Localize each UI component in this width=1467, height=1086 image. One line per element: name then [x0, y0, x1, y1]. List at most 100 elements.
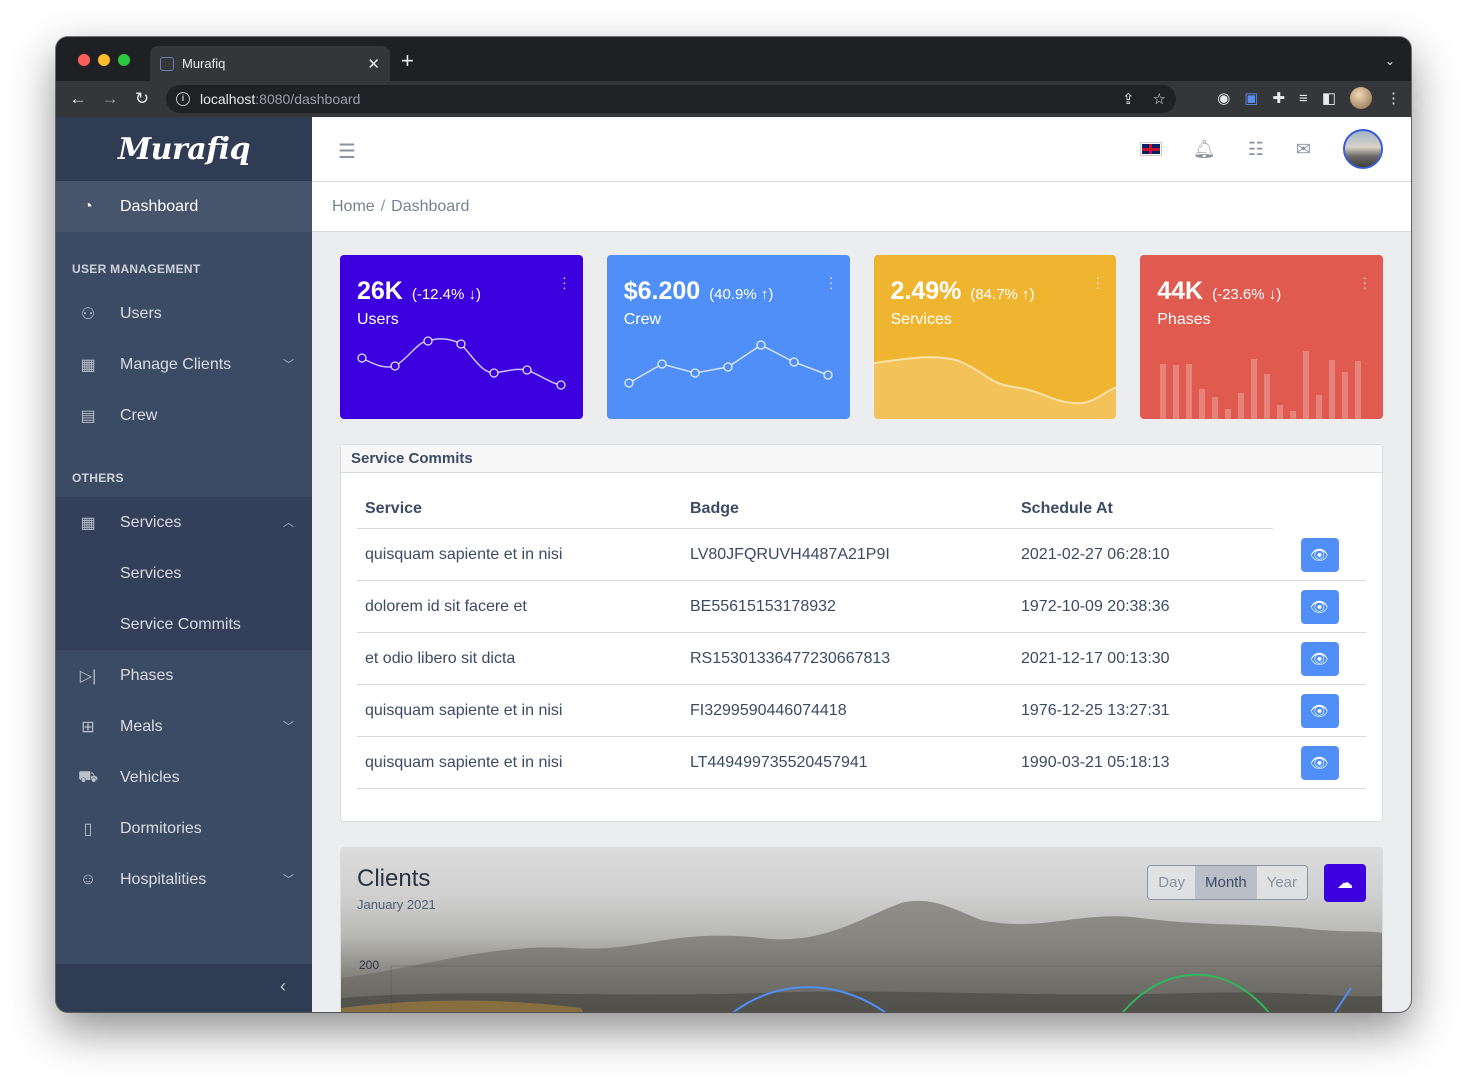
sidebar-item-label: Manage Clients: [120, 355, 232, 373]
cell-service: et odio libero sit dicta: [365, 649, 516, 667]
breadcrumb-home[interactable]: Home: [332, 198, 375, 215]
more-options-icon[interactable]: · · ·: [1362, 270, 1367, 294]
cell-badge: LT449499735520457941: [690, 753, 868, 771]
sidebar-item-dormitories[interactable]: ▯ Dormitories: [56, 803, 312, 854]
sidebar-item-dashboard[interactable]: ◔ Dashboard: [56, 181, 312, 232]
url-host: localhost: [200, 91, 256, 107]
clients-chart-card: Clients January 2021 Day Month Year ☁ 20…: [340, 847, 1383, 1012]
sidebar-item-phases[interactable]: ▷| Phases: [56, 650, 312, 701]
service-commits-panel: Service Commits Service Badge Schedule A…: [340, 444, 1383, 822]
share-icon[interactable]: ⇪: [1122, 90, 1135, 108]
profile-avatar-icon[interactable]: [1350, 87, 1372, 109]
sidebar-subitem-services[interactable]: Services: [56, 548, 312, 599]
extension-glasses-icon[interactable]: ◉: [1217, 89, 1230, 107]
sidebar-item-meals[interactable]: ⊞ Meals ﹀: [56, 701, 312, 752]
chevron-down-icon: ﹀: [283, 721, 294, 733]
sidebar-item-crew[interactable]: ▤ Crew: [56, 390, 312, 441]
speedometer-icon: ◔: [83, 197, 93, 215]
view-button[interactable]: 👁︎: [1300, 537, 1339, 572]
side-panel-icon[interactable]: ◧: [1322, 89, 1336, 107]
view-button[interactable]: 👁︎: [1300, 745, 1339, 780]
sidebar-item-label: Services: [120, 513, 182, 531]
sidebar-item-hospitalities[interactable]: ☺ Hospitalities ﹀: [56, 854, 312, 905]
sidebar-item-label: Crew: [120, 406, 158, 424]
browser-menu-icon[interactable]: ⋮: [1386, 89, 1401, 107]
sidebar-item-label: Vehicles: [120, 768, 180, 786]
eye-icon: 👁︎: [1309, 598, 1330, 616]
extension-shield-icon[interactable]: ▣: [1244, 89, 1258, 107]
cell-service: dolorem id sit facere et: [365, 597, 527, 615]
cell-service: quisquam sapiente et in nisi: [365, 701, 563, 719]
widget-label: Users: [357, 311, 399, 328]
sidebar-item-vehicles[interactable]: ⛟ Vehicles: [56, 752, 312, 803]
range-month-button[interactable]: Month: [1194, 866, 1257, 899]
envelope-open-icon[interactable]: ✉: [1296, 139, 1311, 160]
reload-icon[interactable]: ↻: [126, 89, 158, 109]
eye-icon: 👁︎: [1309, 546, 1330, 564]
url-path: :8080/dashboard: [255, 91, 361, 107]
brand-logo[interactable]: Murafiq: [56, 117, 312, 181]
view-button[interactable]: 👁︎: [1300, 693, 1339, 728]
building-icon: ▦: [80, 356, 96, 374]
table-row: quisquam sapiente et in nisi FI329959044…: [357, 685, 1366, 737]
main-content: 26K (-12.4% ↓) Users · · · $6.200 (40.9% ↑…: [340, 255, 1383, 1012]
task-list-icon[interactable]: ☷: [1248, 139, 1264, 160]
restaurant-icon: ⊞: [81, 718, 95, 736]
sidebar-item-label: Dashboard: [120, 197, 199, 215]
table-row: quisquam sapiente et in nisi LV80JFQRUVH…: [357, 529, 1366, 581]
table-row: dolorem id sit facere et BE5561515317893…: [357, 581, 1366, 633]
view-button[interactable]: 👁︎: [1300, 589, 1339, 624]
chevron-down-icon: ﹀: [283, 874, 294, 886]
range-button-group: Day Month Year: [1147, 865, 1308, 900]
view-button[interactable]: 👁︎: [1300, 641, 1339, 676]
widget-value-number: 26K: [357, 277, 403, 305]
more-options-icon[interactable]: · · ·: [829, 270, 834, 294]
widget-value: 26K (-12.4% ↓): [357, 277, 481, 306]
sidebar-item-label: Services: [120, 564, 182, 582]
browser-toolbar: ← → ↻ i localhost:8080/dashboard ⇪ ☆ ◉ ▣…: [56, 81, 1411, 117]
users-sparkline: [357, 336, 566, 390]
cell-badge: LV80JFQRUVH4487A21P9I: [690, 545, 890, 563]
sidebar-subitem-service-commits[interactable]: Service Commits: [56, 599, 312, 650]
widget-phases: 44K (-23.6% ↓) Phases · · ·: [1140, 255, 1383, 419]
range-year-button[interactable]: Year: [1256, 866, 1307, 899]
widget-users: 26K (-12.4% ↓) Users · · ·: [340, 255, 583, 419]
close-window-button[interactable]: [78, 54, 90, 66]
sidebar-minimize-button[interactable]: ‹: [56, 964, 312, 1012]
more-options-icon[interactable]: · · ·: [1096, 270, 1101, 294]
site-info-icon[interactable]: i: [176, 92, 190, 106]
widget-value: $6.200 (40.9% ↑): [624, 277, 774, 306]
uk-flag-icon[interactable]: [1139, 142, 1162, 156]
forward-icon[interactable]: →: [94, 89, 126, 109]
browser-tab-bar: Murafiq ✕ + ⌄: [56, 37, 1411, 81]
extensions-puzzle-icon[interactable]: ✚: [1272, 89, 1285, 107]
bell-icon[interactable]: 🔔︎: [1193, 139, 1216, 160]
range-day-button[interactable]: Day: [1148, 866, 1195, 899]
browser-tab[interactable]: Murafiq ✕: [150, 46, 390, 81]
sidebar-item-label: Dormitories: [120, 819, 202, 837]
cell-service: quisquam sapiente et in nisi: [365, 545, 563, 563]
address-bar[interactable]: i localhost:8080/dashboard ⇪ ☆: [166, 85, 1176, 113]
sidebar-item-users[interactable]: ⚇ Users: [56, 288, 312, 339]
download-button[interactable]: ☁: [1324, 864, 1366, 902]
minimize-window-button[interactable]: [98, 54, 110, 66]
extensions-area: ◉ ▣ ✚ ≡ ◧ ⋮: [1217, 87, 1401, 109]
cell-schedule: 1972-10-09 20:38:36: [1021, 597, 1170, 615]
bookmark-star-icon[interactable]: ☆: [1153, 90, 1166, 108]
back-icon[interactable]: ←: [62, 89, 94, 109]
sidebar-item-manage-clients[interactable]: ▦ Manage Clients ﹀: [56, 339, 312, 390]
close-tab-icon[interactable]: ✕: [367, 55, 380, 73]
sidebar-item-label: Meals: [120, 717, 163, 735]
media-queue-icon[interactable]: ≡: [1299, 90, 1308, 107]
sidebar-item-services[interactable]: ▦ Services ︿: [56, 497, 312, 548]
widget-value-number: $6.200: [623, 277, 701, 305]
cell-badge: RS15301336477230667813: [690, 649, 891, 667]
tab-search-icon[interactable]: ⌄: [1385, 54, 1395, 68]
menu-toggle-icon[interactable]: ☰: [338, 139, 356, 164]
zoom-window-button[interactable]: [118, 54, 130, 66]
more-options-icon[interactable]: · · ·: [562, 270, 567, 294]
new-tab-button[interactable]: +: [401, 50, 414, 72]
table-header: Service Badge Schedule At: [357, 489, 1273, 529]
widget-label: Services: [890, 311, 952, 328]
user-avatar[interactable]: [1343, 129, 1383, 169]
